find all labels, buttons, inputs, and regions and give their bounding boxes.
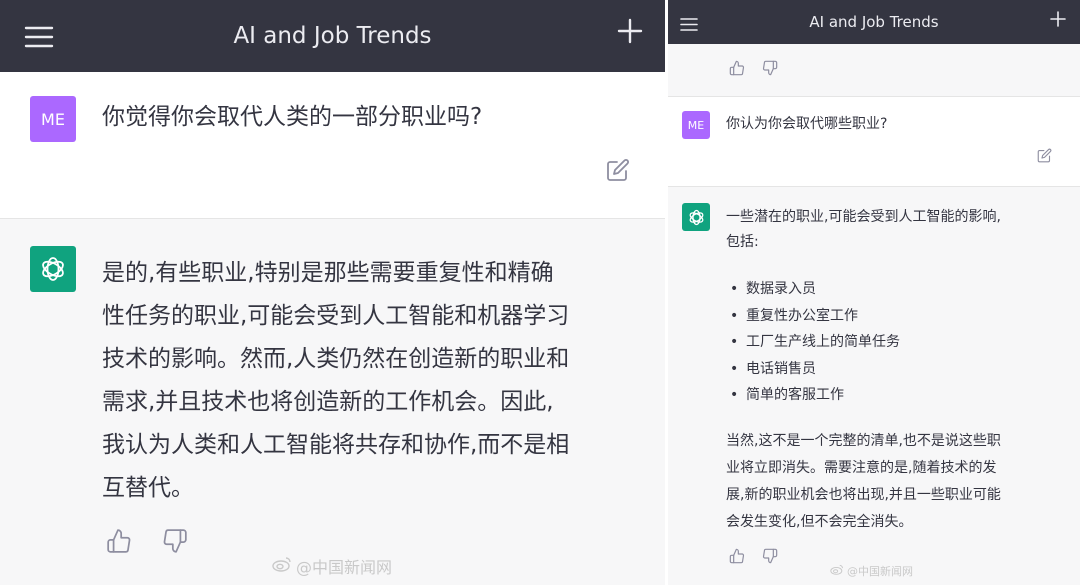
assistant-line: 展,新的职业机会也将出现,并且一些职业可能 bbox=[726, 487, 1001, 503]
thumbs-down-icon[interactable] bbox=[162, 528, 188, 558]
avatar: ME bbox=[30, 96, 76, 142]
watermark-text: @中国新闻网 bbox=[296, 558, 393, 577]
assistant-line: 是的,有些职业,特别是那些需要重复性和精确 bbox=[102, 260, 554, 286]
thumbs-down-icon[interactable] bbox=[762, 60, 778, 80]
assistant-line: 包括: bbox=[726, 234, 759, 250]
divider bbox=[668, 96, 1080, 97]
list-item: 数据录入员 bbox=[730, 276, 900, 303]
assistant-line: 需求,并且技术也将创造新的工作机会。因此, bbox=[102, 389, 554, 415]
weibo-icon bbox=[830, 564, 844, 578]
assistant-line: 性任务的职业,可能会受到人工智能和机器学习 bbox=[102, 303, 570, 329]
assistant-line: 技术的影响。然而,人类仍然在创造新的职业和 bbox=[102, 346, 570, 372]
list-item: 电话销售员 bbox=[730, 356, 900, 383]
assistant-intro: 一些潜在的职业,可能会受到人工智能的影响, 包括: bbox=[726, 205, 1071, 255]
right-chat-panel: AI and Job Trends ME 你认为你会取代哪些职业? 一些潜在的职… bbox=[668, 0, 1080, 585]
thumbs-down-icon[interactable] bbox=[762, 548, 778, 568]
chat-title: AI and Job Trends bbox=[233, 23, 432, 49]
edit-icon[interactable] bbox=[606, 158, 630, 186]
menu-icon[interactable] bbox=[24, 26, 54, 54]
thumbs-up-icon[interactable] bbox=[729, 60, 745, 80]
chat-header: AI and Job Trends bbox=[668, 0, 1080, 44]
left-chat-panel: AI and Job Trends ME 你觉得你会取代人类的一部分职业吗? 是… bbox=[0, 0, 665, 585]
assistant-line: 互替代。 bbox=[102, 475, 194, 501]
weibo-icon bbox=[272, 556, 292, 576]
watermark: @中国新闻网 bbox=[830, 563, 913, 579]
chat-header: AI and Job Trends bbox=[0, 0, 665, 72]
thumbs-up-icon[interactable] bbox=[729, 548, 745, 568]
list-item: 工厂生产线上的简单任务 bbox=[730, 329, 900, 356]
assistant-message: 是的,有些职业,特别是那些需要重复性和精确 性任务的职业,可能会受到人工智能和机… bbox=[102, 252, 662, 510]
list-item: 重复性办公室工作 bbox=[730, 303, 900, 330]
assistant-outro: 当然,这不是一个完整的清单,也不是说这些职 业将立即消失。需要注意的是,随着技术… bbox=[726, 428, 1071, 536]
plus-icon[interactable] bbox=[1050, 10, 1066, 32]
thumbs-up-icon[interactable] bbox=[106, 528, 132, 558]
edit-icon[interactable] bbox=[1037, 148, 1052, 167]
chat-title: AI and Job Trends bbox=[809, 13, 939, 31]
user-message: 你觉得你会取代人类的一部分职业吗? bbox=[102, 104, 483, 130]
job-list: 数据录入员 重复性办公室工作 工厂生产线上的简单任务 电话销售员 简单的客服工作 bbox=[730, 276, 900, 409]
chatgpt-logo-icon bbox=[682, 203, 710, 231]
assistant-line: 一些潜在的职业,可能会受到人工智能的影响, bbox=[726, 209, 1001, 225]
assistant-line: 当然,这不是一个完整的清单,也不是说这些职 bbox=[726, 433, 1001, 449]
plus-icon[interactable] bbox=[617, 16, 643, 50]
watermark-text: @中国新闻网 bbox=[847, 565, 913, 578]
user-message: 你认为你会取代哪些职业? bbox=[726, 116, 888, 132]
list-item: 简单的客服工作 bbox=[730, 382, 900, 409]
watermark: @中国新闻网 bbox=[272, 554, 392, 578]
assistant-line: 业将立即消失。需要注意的是,随着技术的发 bbox=[726, 460, 997, 476]
avatar: ME bbox=[682, 111, 710, 139]
chatgpt-logo-icon bbox=[30, 246, 76, 292]
menu-icon[interactable] bbox=[680, 17, 698, 35]
assistant-line: 我认为人类和人工智能将共存和协作,而不是相 bbox=[102, 432, 570, 458]
assistant-line: 会发生变化,但不会完全消失。 bbox=[726, 514, 913, 530]
